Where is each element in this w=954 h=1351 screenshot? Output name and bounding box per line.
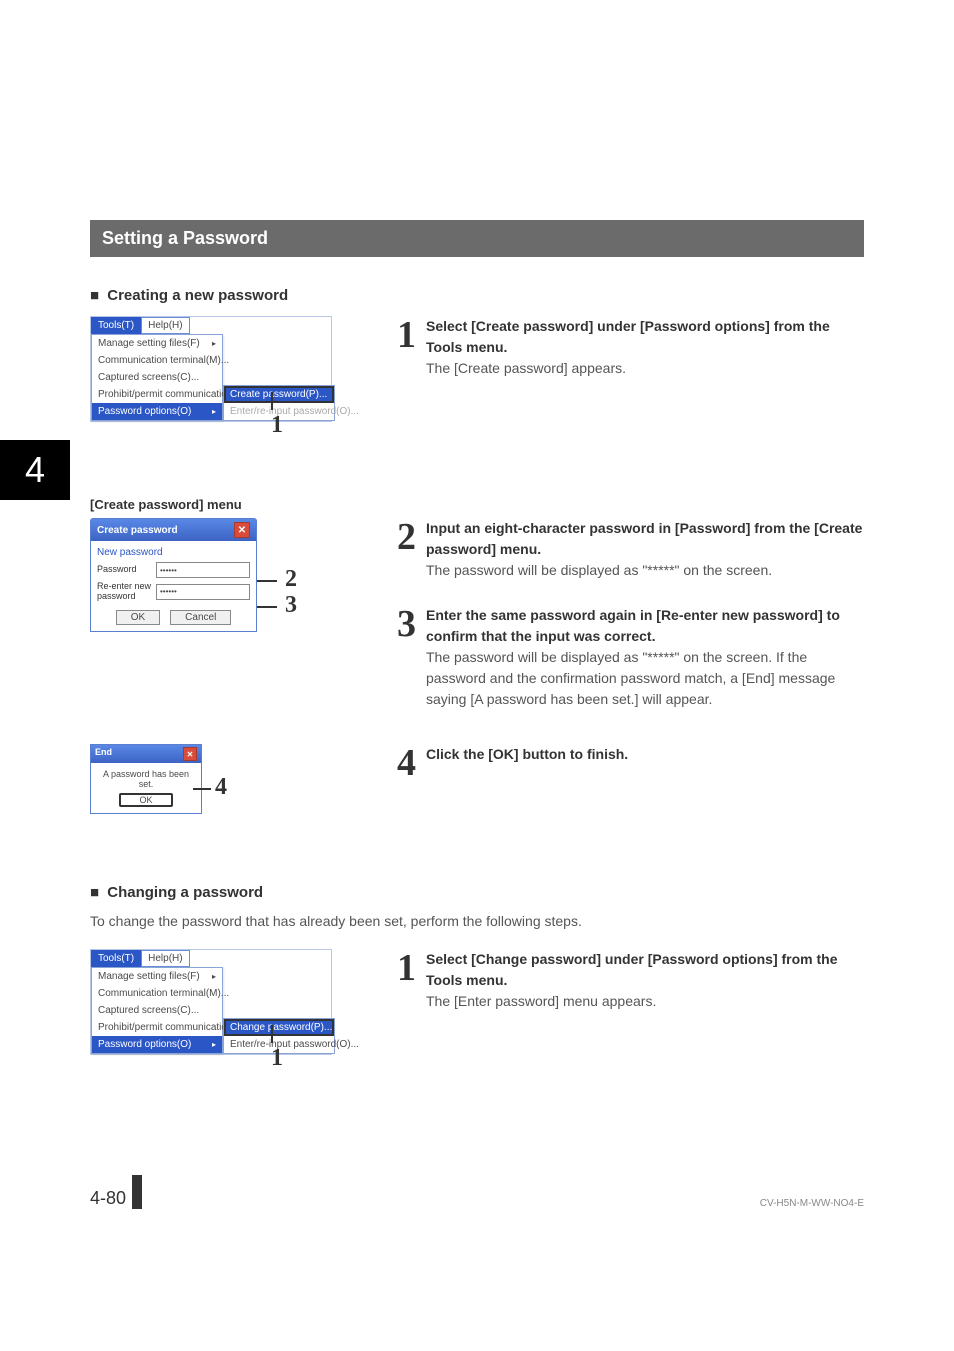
close-icon[interactable]: ✕ — [234, 522, 250, 538]
submenu-change-password[interactable]: Change password(P)... — [224, 1019, 334, 1036]
square-bullet-icon: ■ — [90, 884, 99, 901]
menu-item[interactable]: Manage setting files(F)▸ — [92, 968, 222, 985]
step-bold: Click the [OK] button to finish. — [426, 744, 864, 765]
create-password-dialog: Create password ✕ New password Password … — [90, 518, 257, 632]
page-number: 4-80 — [90, 1175, 142, 1209]
ok-button[interactable]: OK — [116, 610, 160, 625]
chevron-right-icon: ▸ — [212, 972, 216, 981]
group-label: New password — [97, 547, 250, 558]
section-title: Setting a Password — [90, 220, 864, 257]
menu-item-password-options[interactable]: Password options(O)▸ — [92, 403, 222, 420]
end-dialog: End ✕ A password has been set. OK — [90, 744, 202, 814]
menu-tab-help[interactable]: Help(H) — [141, 317, 189, 334]
step-bold: Select [Create password] under [Password… — [426, 316, 864, 358]
doc-id: CV-H5N-M-WW-NO4-E — [760, 1198, 864, 1209]
callout-2: 2 — [285, 566, 297, 593]
menu-item-password-options[interactable]: Password options(O)▸ — [92, 1036, 222, 1053]
reenter-field[interactable]: •••••• — [156, 584, 250, 600]
menu-item[interactable]: Captured screens(C)... — [92, 1002, 222, 1019]
step-plain: The password will be displayed as "*****… — [426, 647, 864, 710]
callout-3: 3 — [285, 592, 297, 619]
menu-item[interactable]: Manage setting files(F)▸ — [92, 335, 222, 352]
reenter-label: Re-enter new password — [97, 582, 152, 602]
page-marker-icon — [132, 1175, 142, 1209]
subhead-changing: ■ Changing a password — [90, 884, 864, 901]
step-number: 1 — [380, 316, 416, 354]
menu-tab-tools[interactable]: Tools(T) — [91, 950, 141, 967]
tools-menu-screenshot: Tools(T) Help(H) Manage setting files(F)… — [90, 316, 332, 422]
step-number: 3 — [380, 605, 416, 643]
menu-item[interactable]: Prohibit/permit communication(P)... — [92, 1019, 222, 1036]
change-intro: To change the password that has already … — [90, 913, 864, 929]
step-bold: Select [Change password] under [Password… — [426, 949, 864, 991]
step-number: 2 — [380, 518, 416, 556]
menu-item[interactable]: Prohibit/permit communication(P)... — [92, 386, 222, 403]
tools-menu-screenshot-change: Tools(T) Help(H) Manage setting files(F)… — [90, 949, 332, 1055]
step-bold: Enter the same password again in [Re-ent… — [426, 605, 864, 647]
step-plain: The [Create password] appears. — [426, 358, 864, 379]
menu-item[interactable]: Communication terminal(M)... — [92, 352, 222, 369]
subhead-changing-text: Changing a password — [107, 884, 263, 901]
create-dialog-caption: [Create password] menu — [90, 497, 864, 512]
submenu-create-password[interactable]: Create password(P)... — [224, 386, 334, 403]
square-bullet-icon: ■ — [90, 287, 99, 304]
password-field[interactable]: •••••• — [156, 562, 250, 578]
step-number: 1 — [380, 949, 416, 987]
chapter-tab: 4 — [0, 440, 70, 500]
end-dialog-title: End — [95, 747, 112, 761]
cancel-button[interactable]: Cancel — [170, 610, 231, 625]
step-number: 4 — [380, 744, 416, 782]
step-plain: The password will be displayed as "*****… — [426, 560, 864, 581]
subhead-creating-text: Creating a new password — [107, 287, 288, 304]
callout-1: 1 — [271, 412, 283, 439]
ok-button[interactable]: OK — [119, 793, 172, 807]
chevron-right-icon: ▸ — [212, 407, 216, 416]
chevron-right-icon: ▸ — [212, 339, 216, 348]
step-plain: The [Enter password] menu appears. — [426, 991, 864, 1012]
dialog-title: Create password — [97, 525, 178, 536]
menu-tab-help[interactable]: Help(H) — [141, 950, 189, 967]
chevron-right-icon: ▸ — [212, 1040, 216, 1049]
step-bold: Input an eight-character password in [Pa… — [426, 518, 864, 560]
callout-4: 4 — [215, 774, 227, 801]
subhead-creating: ■ Creating a new password — [90, 287, 864, 304]
menu-item[interactable]: Captured screens(C)... — [92, 369, 222, 386]
menu-item[interactable]: Communication terminal(M)... — [92, 985, 222, 1002]
password-label: Password — [97, 565, 152, 575]
close-icon[interactable]: ✕ — [183, 747, 197, 761]
callout-1: 1 — [271, 1045, 283, 1072]
menu-tab-tools[interactable]: Tools(T) — [91, 317, 141, 334]
end-message: A password has been set. — [97, 769, 195, 789]
